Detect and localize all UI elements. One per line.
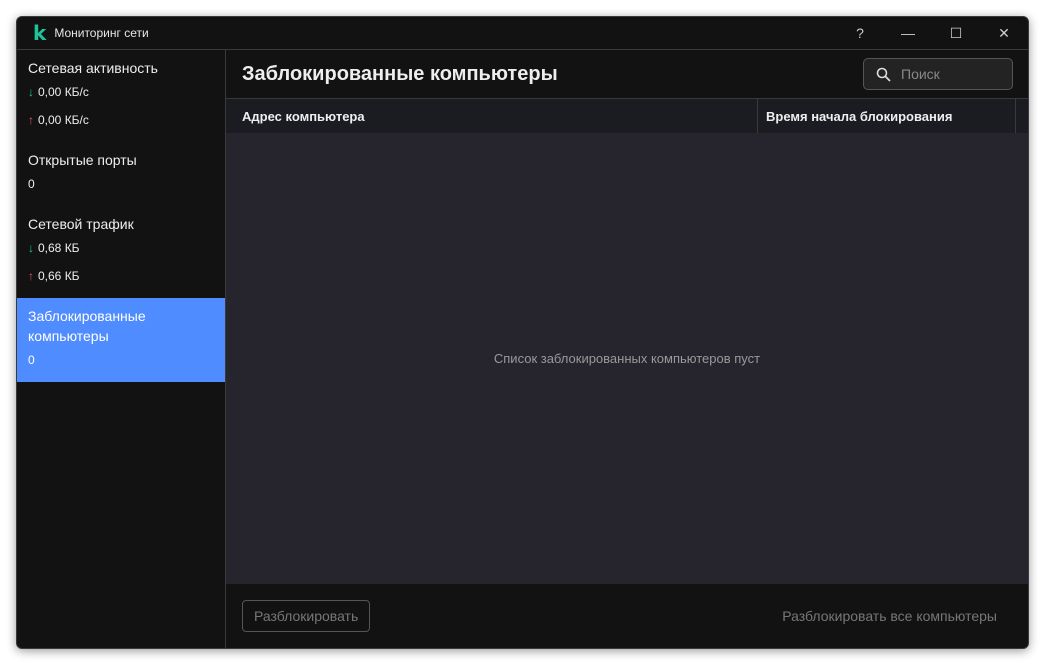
minimize-button[interactable]: — <box>884 25 932 42</box>
sidebar-item-label: Заблокированные компьютеры <box>28 308 146 344</box>
sidebar-item-blocked-computers[interactable]: Заблокированные компьютеры 0 <box>17 298 225 382</box>
arrow-down-icon: ↓ <box>28 241 34 255</box>
search-input[interactable]: Поиск <box>863 58 1013 90</box>
kaspersky-logo-icon: k <box>33 21 47 45</box>
sidebar: Сетевая активность ↓ 0,00 КБ/с ↑ 0,00 КБ/с… <box>17 50 226 648</box>
table-body: Список заблокированных компьютеров пуст <box>226 133 1028 584</box>
download-rate: 0,00 КБ/с <box>38 85 89 99</box>
unblock-all-link[interactable]: Разблокировать все компьютеры <box>782 608 997 624</box>
arrow-up-icon: ↑ <box>28 269 34 283</box>
window-title: Мониторинг сети <box>54 26 149 40</box>
sidebar-item-network-activity[interactable]: Сетевая активность ↓ 0,00 КБ/с ↑ 0,00 КБ/с <box>17 50 225 142</box>
search-icon <box>876 67 891 82</box>
sidebar-item-network-traffic[interactable]: Сетевой трафик ↓ 0,68 КБ ↑ 0,66 КБ <box>17 206 225 298</box>
arrow-down-icon: ↓ <box>28 85 34 99</box>
sidebar-item-label: Открытые порты <box>28 152 137 168</box>
column-block-time[interactable]: Время начала блокирования <box>758 99 1016 133</box>
search-placeholder: Поиск <box>901 66 940 82</box>
table-header: Адрес компьютера Время начала блокирован… <box>226 99 1028 134</box>
arrow-up-icon: ↑ <box>28 113 34 127</box>
close-button[interactable]: ✕ <box>980 25 1028 42</box>
upload-rate: 0,00 КБ/с <box>38 113 89 127</box>
column-address[interactable]: Адрес компьютера <box>226 99 758 133</box>
empty-message: Список заблокированных компьютеров пуст <box>493 351 761 366</box>
sidebar-item-label: Сетевая активность <box>28 60 158 76</box>
sidebar-item-open-ports[interactable]: Открытые порты 0 <box>17 142 225 206</box>
title-bar: k Мониторинг сети ? — ☐ ✕ <box>17 17 1028 50</box>
page-title: Заблокированные компьютеры <box>242 62 558 85</box>
main-panel: Заблокированные компьютеры Поиск Адрес к… <box>226 50 1028 648</box>
blocked-count: 0 <box>28 353 35 367</box>
maximize-button[interactable]: ☐ <box>932 25 980 42</box>
upload-total: 0,66 КБ <box>38 269 80 283</box>
help-button[interactable]: ? <box>836 25 884 42</box>
download-total: 0,68 КБ <box>38 241 80 255</box>
unblock-button[interactable]: Разблокировать <box>242 600 371 632</box>
sidebar-item-label: Сетевой трафик <box>28 216 134 232</box>
app-window: k Мониторинг сети ? — ☐ ✕ Сетевая активн… <box>16 16 1029 649</box>
open-ports-count: 0 <box>28 177 35 191</box>
